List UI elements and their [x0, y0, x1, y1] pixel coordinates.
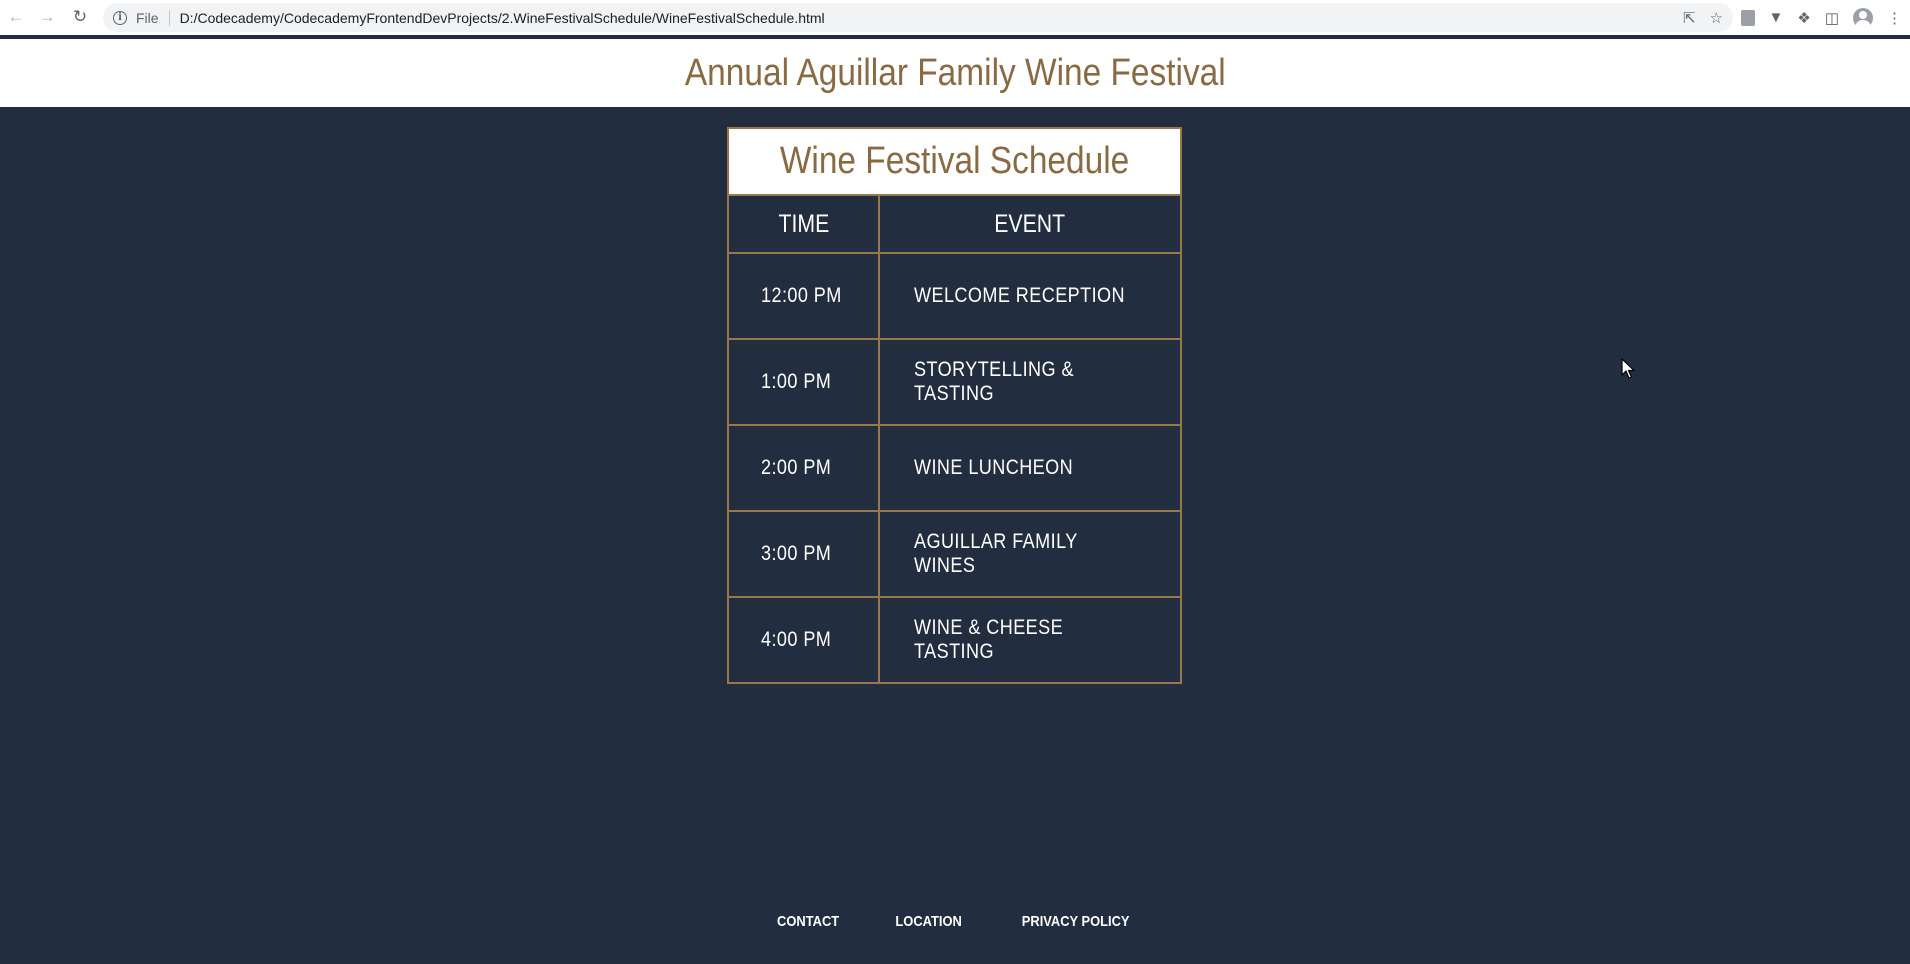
schedule-table: Wine Festival Schedule TIME EVENT 12:00 …	[727, 127, 1182, 684]
bookmark-star-icon[interactable]: ☆	[1710, 9, 1723, 27]
column-header-event: EVENT	[994, 209, 1066, 238]
profile-avatar-icon[interactable]	[1853, 7, 1873, 28]
extensions-puzzle-icon[interactable]: ❖	[1797, 9, 1810, 27]
time-cell: 1:00 PM	[729, 340, 880, 424]
url-text[interactable]: D:/Codecademy/CodecademyFrontendDevProje…	[180, 10, 825, 26]
vue-extension-icon[interactable]: ▼	[1769, 9, 1784, 26]
table-row: 12:00 PM WELCOME RECEPTION	[729, 252, 1180, 338]
event-cell: WINE & CHEESE TASTING	[914, 616, 1064, 663]
address-bar[interactable]: i File D:/Codecademy/CodecademyFrontendD…	[103, 3, 1733, 32]
event-cell: AGUILLAR FAMILY WINES	[914, 530, 1078, 577]
pdf-extension-icon[interactable]	[1740, 9, 1755, 26]
schedule-caption: Wine Festival Schedule	[729, 129, 1180, 196]
time-cell: 12:00 PM	[729, 254, 880, 338]
time-cell: 2:00 PM	[729, 426, 880, 510]
footer-link-location[interactable]: LOCATION	[895, 913, 961, 930]
address-separator	[168, 9, 170, 26]
reload-icon[interactable]: ↻	[65, 2, 95, 32]
page-title: Annual Aguillar Family Wine Festival	[684, 51, 1226, 94]
time-cell: 4:00 PM	[729, 598, 880, 682]
share-icon[interactable]: ⇱	[1683, 9, 1696, 27]
footer-link-contact[interactable]: CONTACT	[777, 913, 839, 930]
table-row: 2:00 PM WINE LUNCHEON	[729, 424, 1180, 510]
file-label: File	[136, 9, 159, 26]
event-cell: WELCOME RECEPTION	[914, 284, 1126, 307]
mouse-cursor-icon	[1621, 358, 1635, 379]
table-row: 1:00 PM STORYTELLING & TASTING	[729, 338, 1180, 424]
info-icon[interactable]: i	[113, 10, 127, 25]
menu-kebab-icon[interactable]: ⋮	[1887, 9, 1902, 27]
page-header: Annual Aguillar Family Wine Festival	[0, 39, 1910, 107]
footer-link-privacy-policy[interactable]: PRIVACY POLICY	[1022, 913, 1130, 930]
footer-nav: CONTACT LOCATION PRIVACY POLICY	[0, 913, 1910, 930]
time-cell: 3:00 PM	[729, 512, 880, 596]
table-row: 3:00 PM AGUILLAR FAMILY WINES	[729, 510, 1180, 596]
browser-toolbar: ← → ↻ i File D:/Codecademy/CodecademyFro…	[0, 0, 1910, 35]
back-arrow-icon[interactable]: ←	[1, 2, 31, 32]
table-row: 4:00 PM WINE & CHEESE TASTING	[729, 596, 1180, 682]
table-header-row: TIME EVENT	[729, 196, 1180, 252]
column-header-time: TIME	[729, 196, 880, 252]
forward-arrow-icon[interactable]: →	[32, 2, 62, 32]
event-cell: WINE LUNCHEON	[914, 456, 1074, 479]
side-panel-icon[interactable]: ◫	[1825, 9, 1839, 27]
event-cell: STORYTELLING & TASTING	[914, 358, 1074, 405]
